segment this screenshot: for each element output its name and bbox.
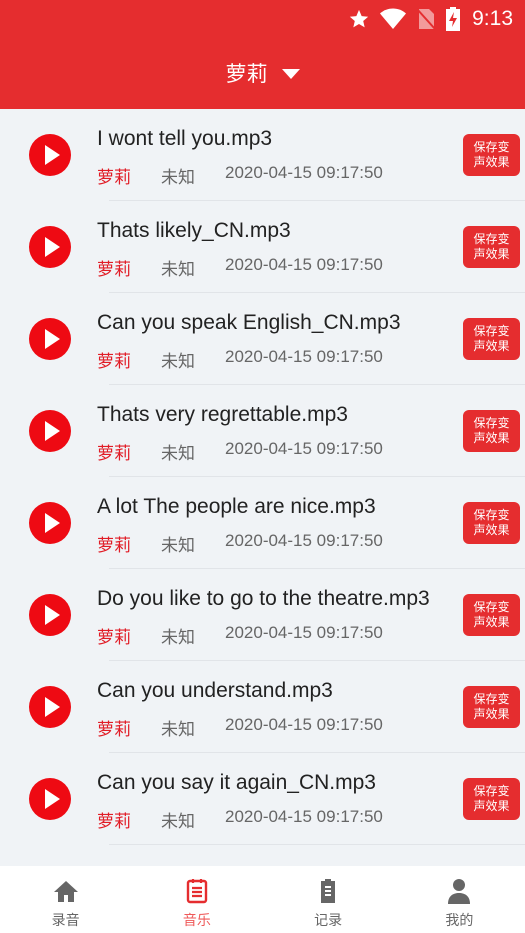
save-button-line-2: 声效果 [473,339,510,353]
save-button-line-1: 保存变 [473,232,510,246]
play-icon[interactable] [29,410,71,452]
track-name: Can you understand.mp3 [97,679,333,702]
save-button-line-2: 声效果 [473,155,510,169]
save-button-line-1: 保存变 [473,784,510,798]
clipboard-icon [321,879,336,903]
track-item[interactable]: Thats very regrettable.mp3 萝莉 未知 2020-04-1… [0,385,525,477]
save-button-line-2: 声效果 [473,247,510,261]
no-sim-icon [416,8,436,30]
status-clock: 9:13 [472,7,513,30]
track-album: 未知 [161,812,195,831]
tab-record[interactable]: 录音 [0,866,131,933]
track-item[interactable]: I wont tell you.mp3 萝莉 未知 2020-04-15 09:17… [0,109,525,201]
track-album: 未知 [161,444,195,463]
track-item[interactable]: Do you like to go to the theatre.mp3 萝莉 未… [0,569,525,661]
star-icon [349,9,369,28]
play-icon[interactable] [29,226,71,268]
tab-label: 我的 [445,912,474,928]
save-button-line-1: 保存变 [473,140,510,154]
track-album: 未知 [161,352,195,371]
play-icon[interactable] [29,594,71,636]
track-name: Thats likely_CN.mp3 [97,219,291,242]
save-button-line-1: 保存变 [473,600,510,614]
track-item[interactable]: Can you say it again_CN.mp3 萝莉 未知 2020-04-… [0,753,525,845]
caret-down-icon [281,69,300,79]
save-effect-button[interactable]: 保存变 声效果 [463,410,520,452]
track-album: 未知 [161,628,195,647]
track-artist: 萝莉 [97,720,131,739]
save-effect-button[interactable]: 保存变 声效果 [463,686,520,728]
play-icon[interactable] [29,318,71,360]
bottom-tab-bar: 录音 音乐 记录 我的 [0,866,525,933]
track-album: 未知 [161,720,195,739]
save-button-line-2: 声效果 [473,615,510,629]
save-button-line-2: 声效果 [473,523,510,537]
save-effect-button[interactable]: 保存变 声效果 [463,226,520,268]
tab-label: 音乐 [182,912,211,928]
save-button-line-1: 保存变 [473,416,510,430]
header-title: 萝莉 [225,63,268,86]
save-button-line-1: 保存变 [473,692,510,706]
track-date: 2020-04-15 09:17:50 [225,347,383,366]
battery-charging-icon [446,7,461,31]
track-artist: 萝莉 [97,536,131,555]
track-date: 2020-04-15 09:17:50 [225,531,383,550]
play-icon[interactable] [29,686,71,728]
track-album: 未知 [161,536,195,555]
track-name: A lot The people are nice.mp3 [97,495,376,518]
save-effect-button[interactable]: 保存变 声效果 [463,318,520,360]
track-artist: 萝莉 [97,628,131,647]
tab-label: 记录 [314,912,343,928]
save-effect-button[interactable]: 保存变 声效果 [463,134,520,176]
notepad-icon [186,879,208,904]
save-button-line-2: 声效果 [473,799,510,813]
track-item[interactable]: A lot The people are nice.mp3 萝莉 未知 2020-0… [0,477,525,569]
track-artist: 萝莉 [97,260,131,279]
track-date: 2020-04-15 09:17:50 [225,439,383,458]
track-name: Can you speak English_CN.mp3 [97,311,401,334]
track-item[interactable]: Can you speak English_CN.mp3 萝莉 未知 2020-04… [0,293,525,385]
play-icon[interactable] [29,502,71,544]
save-effect-button[interactable]: 保存变 声效果 [463,502,520,544]
track-date: 2020-04-15 09:17:50 [225,163,383,182]
track-artist: 萝莉 [97,444,131,463]
tab-mine[interactable]: 我的 [394,866,525,933]
play-icon[interactable] [29,778,71,820]
person-icon [448,879,471,904]
play-icon[interactable] [29,134,71,176]
track-date: 2020-04-15 09:17:50 [225,255,383,274]
home-icon [53,881,78,902]
track-item[interactable]: Thats likely_CN.mp3 萝莉 未知 2020-04-15 09:17… [0,201,525,293]
tab-history[interactable]: 记录 [263,866,394,933]
track-name: Can you say it again_CN.mp3 [97,771,376,794]
app-header: 9:13 萝莉 [0,0,525,109]
tab-label: 录音 [51,912,80,928]
save-button-line-1: 保存变 [473,324,510,338]
track-date: 2020-04-15 09:17:50 [225,623,383,642]
save-effect-button[interactable]: 保存变 声效果 [463,778,520,820]
track-album: 未知 [161,260,195,279]
track-name: Thats very regrettable.mp3 [97,403,348,426]
save-effect-button[interactable]: 保存变 声效果 [463,594,520,636]
status-bar: 9:13 [0,0,525,38]
save-button-line-2: 声效果 [473,707,510,721]
track-name: Do you like to go to the theatre.mp3 [97,587,430,610]
track-list: I wont tell you.mp3 萝莉 未知 2020-04-15 09:17… [0,109,525,866]
wifi-icon [380,8,407,29]
save-button-line-1: 保存变 [473,508,510,522]
track-name: I wont tell you.mp3 [97,127,273,150]
track-artist: 萝莉 [97,352,131,371]
save-button-line-2: 声效果 [473,431,510,445]
track-album: 未知 [161,168,195,187]
track-date: 2020-04-15 09:17:50 [225,807,383,826]
divider [109,844,525,845]
track-date: 2020-04-15 09:17:50 [225,715,383,734]
voice-type-selector[interactable]: 萝莉 [0,58,525,88]
track-artist: 萝莉 [97,168,131,187]
track-item[interactable]: Can you understand.mp3 萝莉 未知 2020-04-15 09… [0,661,525,753]
track-artist: 萝莉 [97,812,131,831]
tab-music[interactable]: 音乐 [131,866,262,933]
